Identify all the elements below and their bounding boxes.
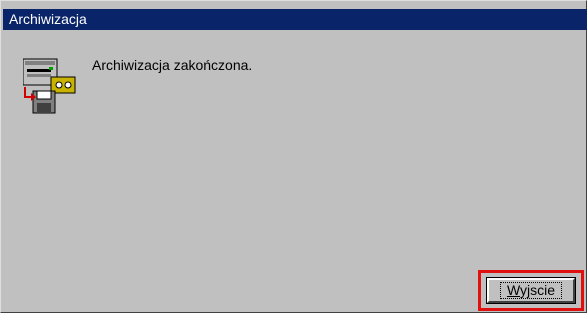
window-title: Archiwizacja bbox=[9, 11, 87, 27]
exit-button-highlight: Wyjscie bbox=[478, 270, 584, 311]
exit-button-label: yjscie bbox=[520, 282, 556, 298]
completion-message: Archiwizacja zakończona. bbox=[92, 57, 253, 73]
archive-backup-icon bbox=[22, 57, 81, 117]
exit-button-accelerator: W bbox=[506, 282, 521, 298]
exit-button[interactable]: Wyjscie bbox=[486, 277, 576, 304]
title-bar[interactable]: Archiwizacja bbox=[3, 9, 587, 30]
exit-button-focus: Wyjscie bbox=[499, 282, 563, 299]
archive-dialog-window: Archiwizacja Archiwizacja zakończona. Wy… bbox=[0, 0, 587, 313]
